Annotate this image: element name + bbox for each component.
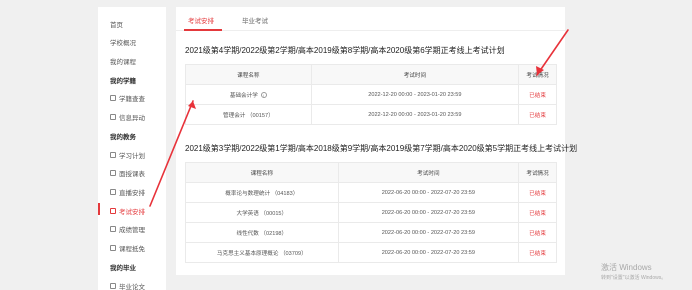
exam-table-2: 课程名称 考试时间 考试情况 概率论与数理统计 （04183） 2022-06-… [185, 162, 557, 263]
exchange-icon [110, 114, 116, 120]
exam-status-cell: 已结束 [518, 222, 557, 243]
watermark-subtitle: 转到"设置"以激活 Windows。 [601, 275, 667, 281]
sidebar-item-school-overview[interactable]: 学校概况 [110, 37, 136, 47]
column-header-exam-status: 考试情况 [518, 64, 557, 85]
column-header-exam-status: 考试情况 [518, 162, 557, 183]
column-header-course: 课程名称 [185, 162, 339, 183]
exam-table-1: 课程名称 考试时间 考试情况 基础会计学 i 2022-12-20 00:00 -… [185, 64, 557, 125]
exam-time-cell: 2022-06-20 00:00 - 2022-07-20 23:59 [337, 182, 520, 203]
book-icon [110, 245, 116, 251]
sidebar-item-home[interactable]: 首页 [110, 19, 123, 29]
tab-graduation-exam[interactable]: 毕业考试 [242, 15, 268, 25]
course-cell: 基础会计学 i [185, 84, 312, 105]
table-row: 管理会计 （00157） 2022-12-20 00:00 - 2023-01-… [185, 104, 557, 125]
exam-time-cell: 2022-06-20 00:00 - 2022-07-20 23:59 [337, 242, 520, 263]
exam-time-cell: 2022-06-20 00:00 - 2022-07-20 23:59 [337, 222, 520, 243]
exam-time-cell: 2022-12-20 00:00 - 2023-01-20 23:59 [310, 104, 520, 125]
document-icon [110, 95, 116, 101]
sidebar-item-course-credit[interactable]: 课程抵免 [110, 243, 145, 253]
table-row: 马克思主义基本原理概论 （03709） 2022-06-20 00:00 - 2… [185, 242, 557, 263]
document-icon [110, 283, 116, 289]
calendar-icon [110, 208, 116, 214]
sidebar-active-indicator [98, 203, 100, 215]
exam-status-cell: 已结束 [518, 202, 557, 223]
sidebar-item-grade-management[interactable]: 成绩管理 [110, 224, 145, 234]
calendar-icon [110, 170, 116, 176]
section-title-exam-plan-2: 2021级第3学期/2022级第1学期/高本2018级第9学期/高本2019级第… [185, 144, 578, 153]
video-icon [110, 189, 116, 195]
section-title-exam-plan-1: 2021级第4学期/2022级第2学期/高本2019级第8学期/高本2020级第… [185, 46, 505, 55]
course-cell: 概率论与数理统计 （04183） [185, 182, 339, 203]
sidebar-item-class-schedule[interactable]: 面授课表 [110, 168, 145, 178]
windows-activation-watermark: 激活 Windows 转到"设置"以激活 Windows。 [601, 262, 666, 281]
course-cell: 线性代数 （02198） [185, 222, 339, 243]
column-header-course: 课程名称 [185, 64, 312, 85]
tab-bar: 考试安排 毕业考试 [176, 7, 565, 31]
exam-status-cell: 已结束 [518, 242, 557, 263]
table-header-row: 课程名称 考试时间 考试情况 [185, 64, 557, 85]
sidebar-item-info-change[interactable]: 信息异动 [110, 112, 145, 122]
chart-icon [110, 226, 116, 232]
table-row: 大学英语 （00015） 2022-06-20 00:00 - 2022-07-… [185, 202, 557, 223]
exam-time-cell: 2022-12-20 00:00 - 2023-01-20 23:59 [310, 84, 520, 105]
table-header-row: 课程名称 考试时间 考试情况 [185, 162, 557, 183]
sidebar-item-thesis[interactable]: 毕业论文 [110, 281, 145, 290]
course-cell: 管理会计 （00157） [185, 104, 312, 125]
sidebar-group-my-academics: 我的教务 [110, 134, 136, 141]
main-panel: 考试安排 毕业考试 2021级第4学期/2022级第2学期/高本2019级第8学… [176, 7, 577, 275]
course-name: 基础会计学 [229, 92, 258, 99]
sidebar-group-my-status: 我的学籍 [110, 78, 136, 85]
sidebar-group-my-graduation: 我的毕业 [110, 265, 136, 272]
exam-status-cell: 已结束 [518, 84, 557, 105]
course-cell: 马克思主义基本原理概论 （03709） [185, 242, 339, 263]
exam-status-cell: 已结束 [518, 182, 557, 203]
course-cell: 大学英语 （00015） [185, 202, 339, 223]
watermark-title: 激活 Windows [601, 263, 652, 272]
tab-active-underline [184, 29, 222, 31]
table-row: 基础会计学 i 2022-12-20 00:00 - 2023-01-20 23:… [185, 84, 557, 105]
table-row: 线性代数 （02198） 2022-06-20 00:00 - 2022-07-… [185, 222, 557, 243]
sidebar: 首页 学校概况 我的课程 我的学籍 学籍查查 信息异动 我的教务 学习计划 面授… [98, 7, 166, 290]
info-icon[interactable]: i [260, 92, 267, 99]
column-header-exam-time: 考试时间 [337, 162, 520, 183]
tab-exam-schedule[interactable]: 考试安排 [188, 15, 214, 25]
sidebar-item-live-schedule[interactable]: 直播安排 [110, 187, 145, 197]
exam-status-cell: 已结束 [518, 104, 557, 125]
column-header-exam-time: 考试时间 [310, 64, 520, 85]
sidebar-item-exam-schedule[interactable]: 考试安排 [110, 206, 145, 216]
table-row: 概率论与数理统计 （04183） 2022-06-20 00:00 - 2022… [185, 182, 557, 203]
sidebar-item-status-check[interactable]: 学籍查查 [110, 93, 145, 103]
exam-time-cell: 2022-06-20 00:00 - 2022-07-20 23:59 [337, 202, 520, 223]
sidebar-item-my-courses[interactable]: 我的课程 [110, 56, 136, 66]
list-icon [110, 152, 116, 158]
sidebar-item-study-plan[interactable]: 学习计划 [110, 150, 145, 160]
